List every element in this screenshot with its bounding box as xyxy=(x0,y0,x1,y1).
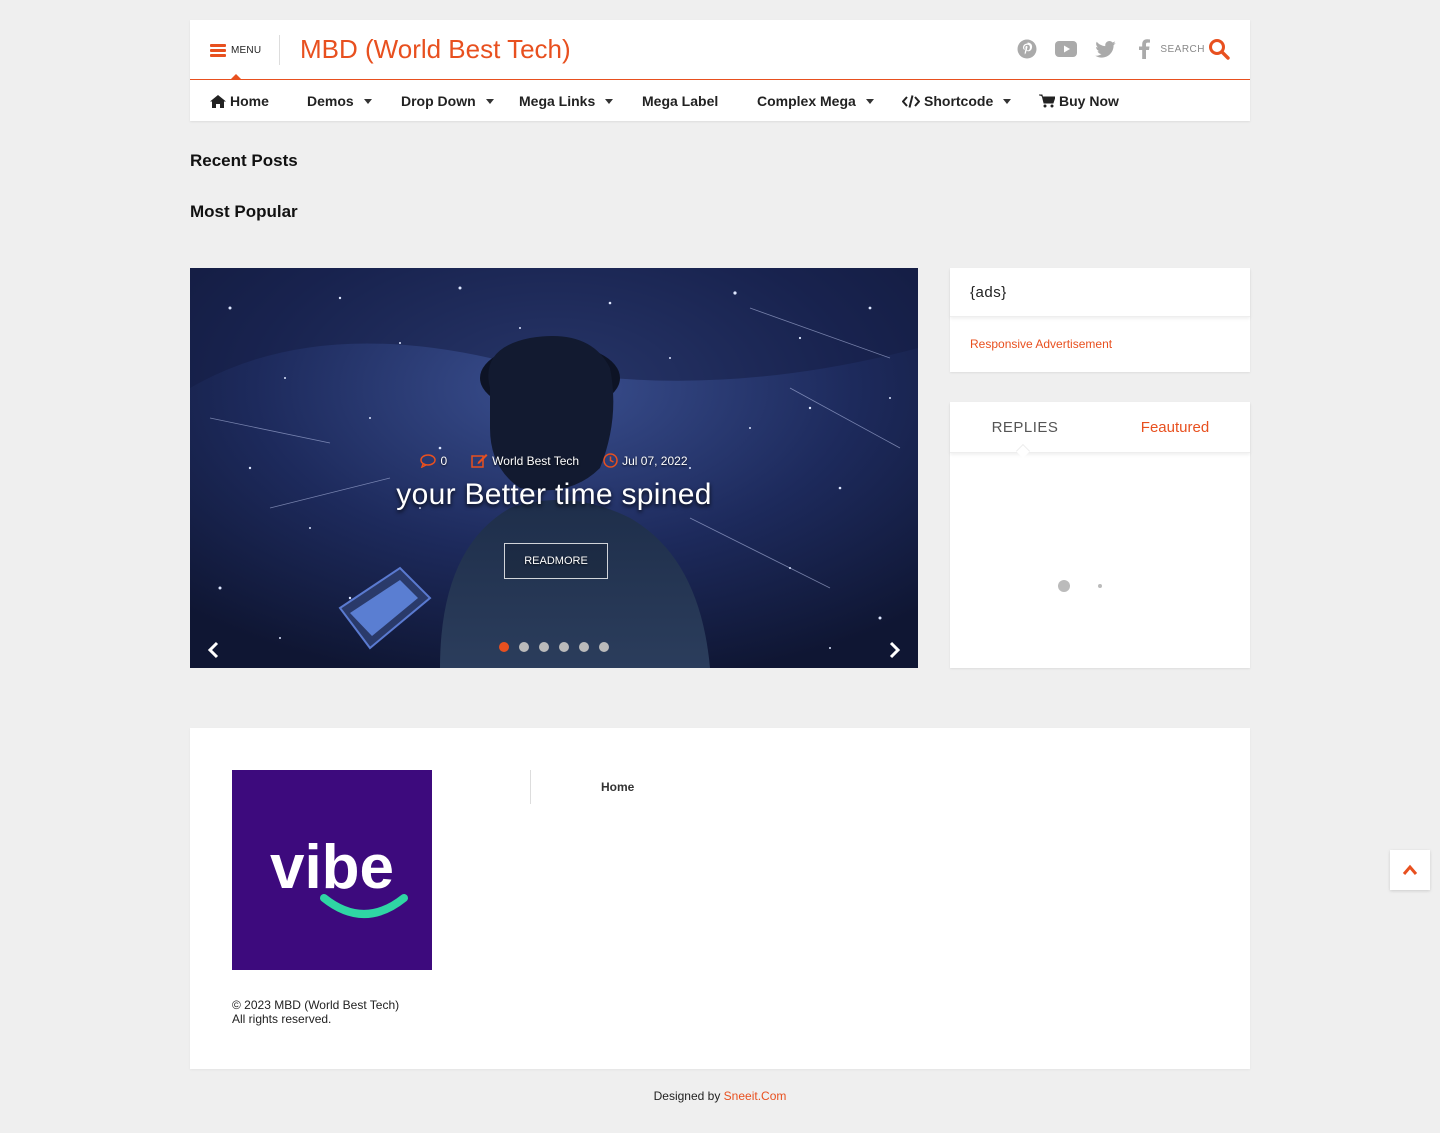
ads-widget-body[interactable]: Responsive Advertisement xyxy=(950,317,1250,371)
copyright-line: © 2023 MBD (World Best Tech) xyxy=(232,998,400,1012)
loading-indicator xyxy=(1098,584,1102,588)
nav-drop-down[interactable]: Drop Down xyxy=(401,81,494,121)
ads-widget: {ads} Responsive Advertisement xyxy=(950,268,1250,372)
tab-replies[interactable]: REPLIES xyxy=(950,402,1100,452)
nav-drop-down-label: Drop Down xyxy=(401,93,476,109)
nav-mega-links[interactable]: Mega Links xyxy=(519,81,614,121)
nav-shortcode[interactable]: Shortcode xyxy=(902,81,1012,121)
search-label: SEARCH xyxy=(1160,43,1205,55)
nav-buy-now-label: Buy Now xyxy=(1059,93,1119,109)
recent-posts-heading: Recent Posts xyxy=(190,151,298,170)
caret-down-icon xyxy=(363,98,372,104)
nav-buy-now[interactable]: Buy Now xyxy=(1039,81,1119,121)
youtube-icon[interactable] xyxy=(1055,37,1077,61)
slider-dot[interactable] xyxy=(539,642,549,652)
next-slide-button[interactable] xyxy=(885,638,905,662)
search-icon xyxy=(1209,39,1230,60)
comment-icon xyxy=(420,453,437,468)
caret-down-icon xyxy=(605,98,614,104)
prev-slide-button[interactable] xyxy=(203,638,223,662)
nav-mega-label-label: Mega Label xyxy=(642,93,719,109)
nav-home-label: Home xyxy=(230,93,269,109)
chevron-right-icon xyxy=(889,641,901,659)
rights-line: All rights reserved. xyxy=(232,1012,332,1026)
twitter-icon[interactable] xyxy=(1094,37,1116,61)
nav-mega-links-label: Mega Links xyxy=(519,93,596,109)
slider-dot[interactable] xyxy=(519,642,529,652)
vibe-logo[interactable]: vibe xyxy=(232,770,432,970)
menu-indicator xyxy=(230,74,242,80)
nav-complex-mega-label: Complex Mega xyxy=(757,93,856,109)
divider xyxy=(279,35,280,65)
copyright: © 2023 MBD (World Best Tech) All rights … xyxy=(232,998,399,1026)
slide-title[interactable]: your Better time spined xyxy=(190,478,918,512)
post-date: Jul 07, 2022 xyxy=(622,453,688,468)
chevron-up-icon xyxy=(1402,864,1418,875)
comment-count: 0 xyxy=(440,453,448,468)
nav-complex-mega[interactable]: Complex Mega xyxy=(757,81,874,121)
author-name: World Best Tech xyxy=(492,453,580,468)
site-footer: vibe Home © 2023 MBD (World Best Tech) A… xyxy=(190,728,1250,1069)
footer-nav-home[interactable]: Home xyxy=(601,780,634,794)
slide-author[interactable]: World Best Tech xyxy=(471,453,579,468)
caret-down-icon xyxy=(1003,98,1012,104)
back-to-top-button[interactable] xyxy=(1390,850,1430,890)
site-title[interactable]: MBD (World Best Tech) xyxy=(300,34,571,65)
featured-slider[interactable]: 0 World Best Tech Jul 07, 2022 your Bett… xyxy=(190,268,918,668)
loading-indicator xyxy=(1058,580,1070,592)
caret-down-icon xyxy=(865,98,874,104)
slider-dot[interactable] xyxy=(499,642,509,652)
tabs-widget: REPLIES Feautured xyxy=(950,402,1250,668)
nav-home[interactable]: Home xyxy=(210,81,269,121)
ads-widget-title: {ads} xyxy=(950,268,1250,317)
social-links xyxy=(1016,37,1155,61)
footer-divider xyxy=(530,770,531,804)
edit-icon xyxy=(471,454,488,468)
nav-demos-label: Demos xyxy=(307,93,354,109)
most-popular-heading: Most Popular xyxy=(190,202,298,221)
slide-comments[interactable]: 0 xyxy=(420,453,447,468)
slide-date: Jul 07, 2022 xyxy=(603,453,688,468)
slide-meta: 0 World Best Tech Jul 07, 2022 xyxy=(190,453,918,468)
slider-dot[interactable] xyxy=(599,642,609,652)
slider-dot[interactable] xyxy=(559,642,569,652)
nav-mega-label[interactable]: Mega Label xyxy=(642,81,718,121)
svg-text:vibe: vibe xyxy=(270,833,394,902)
slide-image xyxy=(190,268,918,668)
search-button[interactable]: SEARCH xyxy=(1160,38,1230,60)
designer-credit: Designed by Sneeit.Com xyxy=(0,1089,1440,1103)
main-nav: Home Demos Drop Down Mega Links Mega Lab… xyxy=(190,81,1250,121)
chevron-left-icon xyxy=(207,641,219,659)
nav-demos[interactable]: Demos xyxy=(307,81,372,121)
designer-link[interactable]: Sneeit.Com xyxy=(724,1089,787,1103)
pinterest-icon[interactable] xyxy=(1016,37,1038,61)
header-topbar: MENU MBD (World Best Tech) SEARCH xyxy=(190,20,1250,80)
caret-down-icon xyxy=(485,98,494,104)
clock-icon xyxy=(603,453,618,468)
slider-dots xyxy=(499,642,609,652)
hamburger-icon xyxy=(210,43,226,57)
facebook-icon[interactable] xyxy=(1133,37,1155,61)
code-icon xyxy=(902,94,920,108)
cart-icon xyxy=(1039,94,1055,108)
widget-tabs: REPLIES Feautured xyxy=(950,402,1250,459)
tab-featured[interactable]: Feautured xyxy=(1100,402,1250,452)
readmore-button[interactable]: READMORE xyxy=(504,543,608,579)
menu-label: MENU xyxy=(231,44,262,56)
nav-shortcode-label: Shortcode xyxy=(924,93,994,109)
home-icon xyxy=(210,94,226,108)
site-header: MENU MBD (World Best Tech) SEARCH Home D… xyxy=(190,20,1250,121)
slider-dot[interactable] xyxy=(579,642,589,652)
menu-button[interactable]: MENU xyxy=(210,40,261,60)
designed-by-label: Designed by xyxy=(653,1089,721,1103)
